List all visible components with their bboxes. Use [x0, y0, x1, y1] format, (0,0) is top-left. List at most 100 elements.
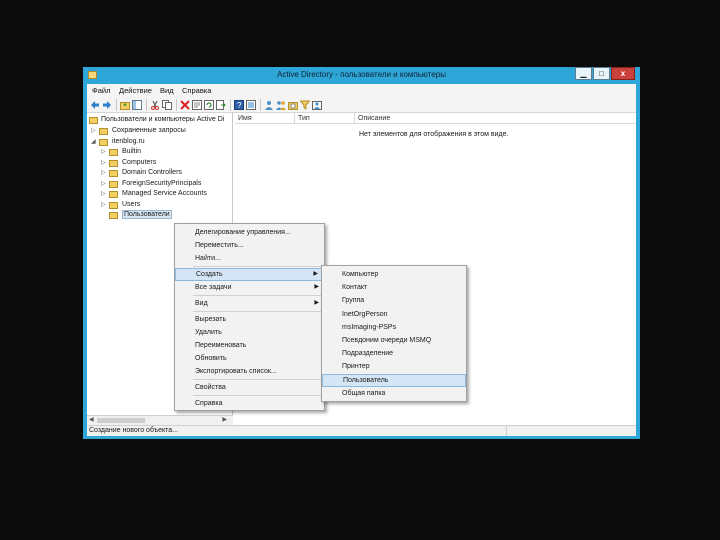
expand-arrow-icon[interactable]: ▷ — [101, 159, 106, 166]
context-menu-item[interactable]: Экспортировать список... — [175, 365, 324, 378]
folder-up-icon[interactable] — [120, 100, 130, 110]
maximize-button[interactable]: □ — [593, 67, 610, 80]
context-menu-item-label: Найти... — [195, 255, 221, 262]
expand-arrow-icon[interactable]: ▷ — [101, 169, 106, 176]
context-menu-item[interactable]: Свойства — [175, 381, 324, 394]
create-submenu-item-label: Подразделение — [342, 350, 394, 358]
context-menu-item-label: Вырезать — [195, 316, 227, 323]
tree-item-label: Managed Service Accounts — [122, 190, 207, 197]
create-submenu-item[interactable]: msImaging-PSPs — [322, 321, 466, 334]
scroll-thumb[interactable] — [97, 418, 145, 423]
cut-icon[interactable] — [150, 100, 160, 110]
context-menu-item[interactable]: Удалить — [175, 326, 324, 339]
status-bar: Создание нового объекта... — [87, 425, 636, 436]
folder-icon — [109, 159, 118, 167]
menu-bar: Файл Действие Вид Справка — [87, 84, 636, 97]
context-menu-item-label: Свойства — [195, 384, 226, 391]
minimize-button[interactable]: ▁ — [575, 67, 592, 80]
expand-arrow-icon[interactable]: ▷ — [91, 127, 96, 134]
create-submenu-item-label: Псевдоним очереди MSMQ — [342, 337, 432, 344]
create-submenu-item[interactable]: Общая папка — [322, 387, 466, 400]
context-menu-item[interactable]: Вырезать — [175, 313, 324, 326]
create-submenu-item[interactable]: Подразделение — [322, 347, 466, 360]
create-submenu-item[interactable]: Контакт — [322, 281, 466, 294]
menu-action[interactable]: Действие — [119, 86, 152, 95]
expand-arrow-icon[interactable]: ▷ — [101, 201, 106, 208]
folder-icon — [99, 128, 108, 135]
back-arrow-icon[interactable] — [90, 100, 100, 110]
context-menu-item[interactable]: Справка — [175, 397, 324, 410]
new-user-icon[interactable] — [264, 100, 274, 110]
menu-view[interactable]: Вид — [160, 86, 174, 95]
create-submenu-item[interactable]: InetOrgPerson — [322, 308, 466, 321]
context-menu-item[interactable]: Переименовать — [175, 339, 324, 352]
tree-horizontal-scrollbar[interactable]: ◀ ▶ — [87, 415, 233, 425]
create-submenu-item[interactable]: Компьютер — [322, 268, 466, 281]
column-description[interactable]: Описание — [355, 113, 636, 124]
menu-separator — [193, 311, 322, 312]
snapin-icon — [89, 117, 98, 124]
create-submenu-item-label: Группа — [342, 297, 365, 305]
create-submenu-item-label: Контакт — [342, 284, 368, 292]
expand-arrow-icon[interactable]: ▷ — [101, 190, 106, 197]
create-submenu-item-label: Принтер — [342, 363, 370, 371]
properties-icon[interactable] — [192, 100, 202, 110]
new-group-icon[interactable] — [276, 100, 286, 110]
toolbar-separator — [176, 99, 177, 111]
create-submenu-item[interactable]: Группа — [322, 294, 466, 307]
toolbar-separator — [230, 99, 231, 111]
context-menu-item-label: Справка — [195, 400, 223, 407]
window-title: Active Directory - пользователи и компью… — [277, 70, 446, 79]
title-bar[interactable]: Active Directory - пользователи и компью… — [83, 67, 640, 84]
context-menu-item[interactable]: Обновить — [175, 352, 324, 365]
create-submenu-item[interactable]: Псевдоним очереди MSMQ — [322, 334, 466, 347]
context-menu-item-label: Вид — [195, 300, 208, 307]
tree-item-label: itenblog.ru — [112, 137, 145, 145]
forward-arrow-icon[interactable] — [102, 100, 112, 110]
folder-icon — [109, 149, 118, 156]
context-menu-item[interactable]: Вид ▶ — [175, 297, 324, 310]
copy-icon[interactable] — [162, 100, 172, 110]
delete-icon[interactable] — [180, 100, 190, 110]
refresh-icon[interactable] — [204, 100, 214, 110]
export-list-icon[interactable] — [216, 100, 226, 110]
expand-arrow-icon[interactable]: ▷ — [101, 148, 106, 155]
menu-separator — [193, 295, 322, 296]
context-menu-item-label: Удалить — [195, 329, 222, 336]
show-hide-tree-icon[interactable] — [132, 100, 142, 110]
menu-help[interactable]: Справка — [182, 86, 211, 95]
column-name[interactable]: Имя — [235, 113, 295, 124]
create-submenu-item-label: Общая папка — [342, 389, 386, 397]
context-menu-item[interactable]: Найти... — [175, 252, 324, 265]
create-submenu-item-label: msImaging-PSPs — [342, 323, 397, 331]
context-menu-item[interactable]: Создать ▶ — [175, 268, 324, 281]
add-to-group-icon[interactable] — [312, 100, 322, 110]
context-menu-item[interactable]: Делегирование управления... — [175, 226, 324, 239]
context-menu-item-label: Обновить — [195, 355, 227, 362]
scroll-right-arrow-icon[interactable]: ▶ — [222, 416, 227, 423]
new-ou-icon[interactable] — [288, 100, 298, 110]
create-submenu-item[interactable]: Пользователь — [322, 373, 466, 387]
list-header: Имя Тип Описание — [235, 113, 636, 124]
context-menu-item-label: Создать — [196, 271, 223, 278]
context-menu-item[interactable]: Все задачи ▶ — [175, 281, 324, 294]
create-submenu-item[interactable]: Принтер — [322, 360, 466, 373]
help-icon[interactable]: ? — [234, 100, 244, 110]
folder-icon — [109, 180, 118, 188]
expand-arrow-icon[interactable]: ▷ — [101, 180, 106, 187]
menu-file[interactable]: Файл — [92, 86, 110, 95]
close-button[interactable]: x — [611, 67, 635, 80]
filter-icon[interactable] — [299, 100, 311, 110]
create-submenu-item-label: Пользователь — [343, 376, 389, 384]
scroll-left-arrow-icon[interactable]: ◀ — [89, 416, 94, 423]
context-menu-item-label: Все задачи — [195, 284, 232, 291]
folder-icon — [109, 191, 118, 198]
console-tree-icon[interactable] — [246, 100, 256, 110]
context-menu-item-label: Переименовать — [195, 342, 247, 349]
column-type[interactable]: Тип — [295, 113, 355, 124]
context-menu-item[interactable]: Переместить... — [175, 239, 324, 252]
menu-separator — [193, 395, 322, 396]
toolbar-separator — [116, 99, 117, 111]
folder-icon — [109, 201, 118, 209]
expand-arrow-icon[interactable]: ◢ — [91, 138, 96, 145]
